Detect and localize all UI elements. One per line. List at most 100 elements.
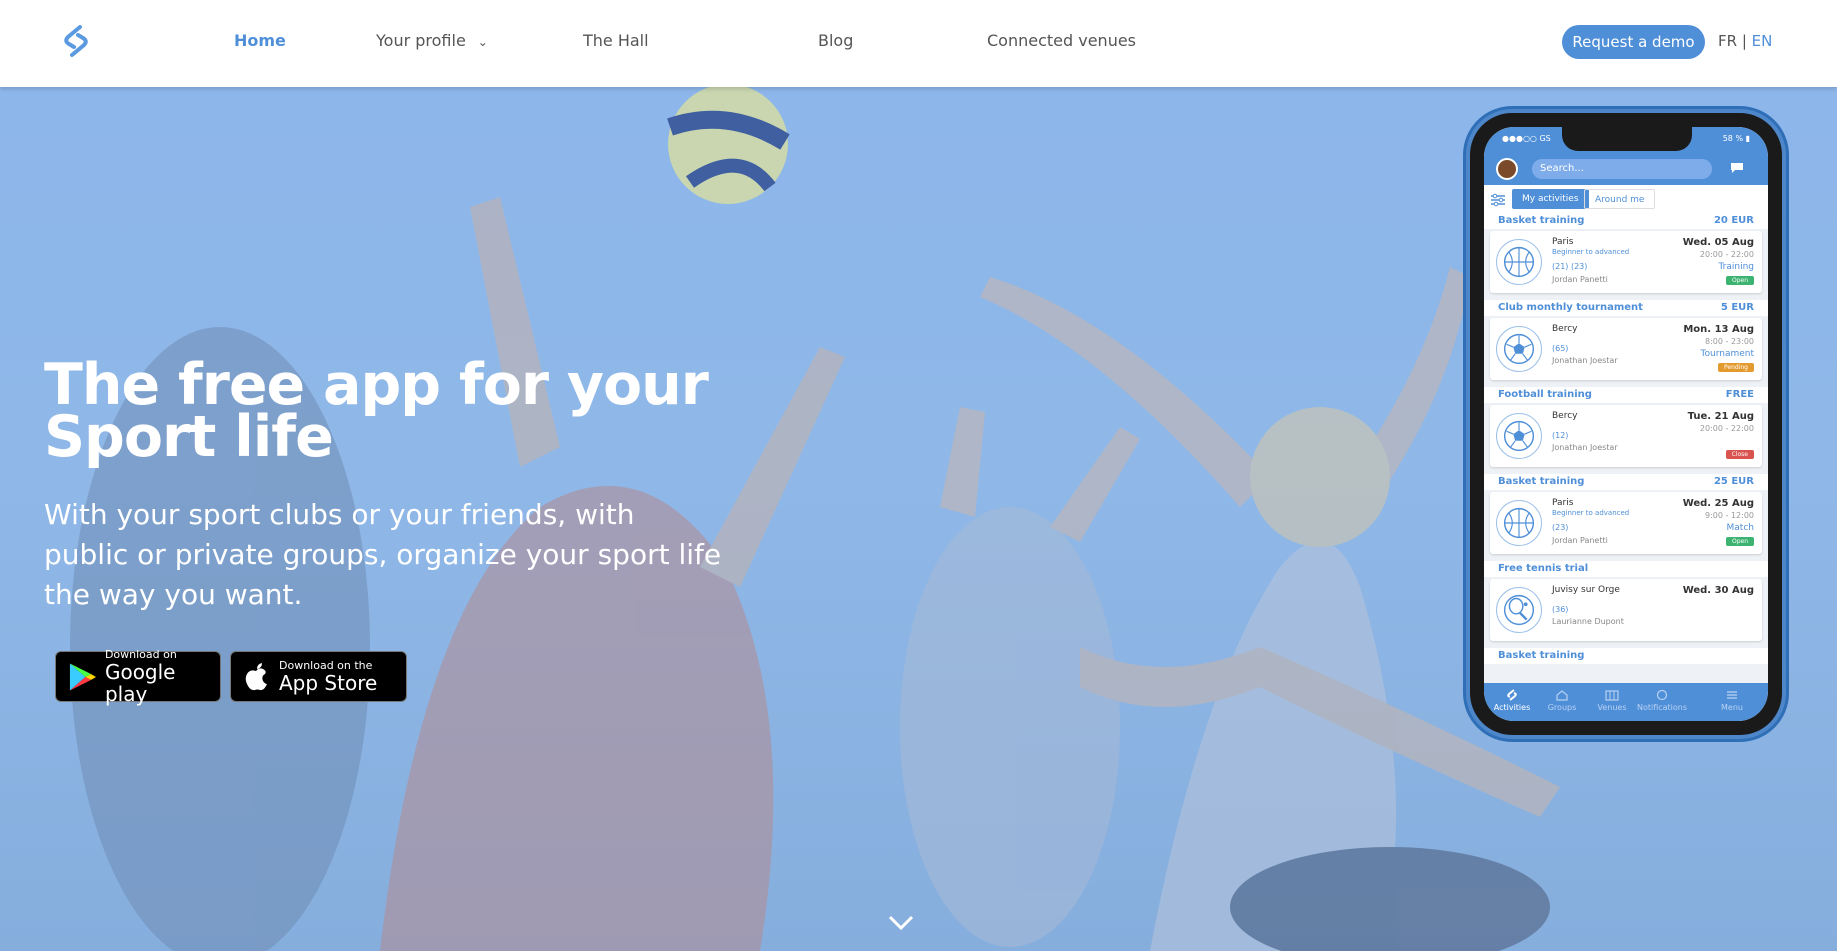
activity-counts: (36) — [1552, 605, 1569, 614]
google-play-button[interactable]: Download on Google play — [55, 647, 221, 706]
activity-header: Basket training 25 EUR — [1484, 474, 1768, 490]
activity-counts: (12) — [1552, 431, 1569, 440]
activity-organizer: Jonathan Joestar — [1552, 443, 1618, 452]
nav-home[interactable]: Home — [234, 31, 286, 50]
activity-title: Basket training — [1498, 215, 1585, 226]
activity-price: 20 EUR — [1713, 215, 1754, 226]
activity-time: 20:00 - 22:00 — [1699, 250, 1754, 259]
app-bottom-navigation: Activities Groups Venues Notifications M… — [1484, 683, 1768, 721]
app-store-big-label: App Store — [279, 670, 378, 695]
activity-header: Basket training — [1484, 648, 1768, 664]
phone-screen: ●●●○○ GS 58 % ▮ Search... My activities … — [1484, 127, 1768, 721]
activity-card[interactable]: Bercy (12) Jonathan Joestar Tue. 21 Aug … — [1490, 405, 1762, 467]
bottom-nav-notifications[interactable]: Notifications — [1634, 689, 1690, 712]
hero-title-line-2: Sport life — [44, 404, 334, 470]
activity-place: Paris — [1552, 237, 1574, 247]
activity-counts: (21) (23) — [1552, 262, 1588, 271]
activity-price: FREE — [1725, 389, 1754, 400]
activity-place: Bercy — [1552, 324, 1578, 334]
lang-separator: | — [1737, 32, 1752, 50]
nav-your-profile[interactable]: Your profile ⌄ — [376, 31, 488, 50]
apple-icon — [245, 662, 267, 690]
bottom-nav-label: Notifications — [1636, 703, 1688, 712]
activity-item[interactable]: Free tennis trial Juvisy sur Orge (36) L… — [1484, 561, 1768, 648]
app-store-button[interactable]: Download on the App Store — [230, 651, 407, 702]
status-left: ●●●○○ GS — [1502, 134, 1551, 143]
status-badge: Open — [1725, 276, 1754, 285]
google-play-icon — [69, 662, 96, 691]
filter-icon[interactable] — [1490, 193, 1506, 207]
basketball-icon — [1496, 239, 1542, 285]
google-play-big-label: Google play — [104, 659, 176, 706]
app-store-small-label: Download on the — [279, 658, 373, 672]
basketball-icon — [1496, 500, 1542, 546]
activity-place: Bercy — [1552, 411, 1578, 421]
bottom-nav-venues[interactable]: Venues — [1584, 689, 1640, 712]
lang-fr-link[interactable]: FR — [1718, 32, 1737, 50]
activity-item[interactable]: Basket training — [1484, 648, 1768, 683]
activity-counts: (65) — [1552, 344, 1569, 353]
activity-type: Tournament — [1700, 349, 1754, 359]
status-badge: Close — [1725, 450, 1754, 459]
status-badge: Pending — [1718, 363, 1754, 372]
activity-item[interactable]: Club monthly tournament 5 EUR Bercy (65)… — [1484, 300, 1768, 387]
notifications-icon — [1656, 689, 1668, 701]
phone-mockup: ●●●○○ GS 58 % ▮ Search... My activities … — [1466, 109, 1786, 739]
tab-around-me[interactable]: Around me — [1584, 189, 1656, 209]
status-badge: Open — [1725, 537, 1754, 546]
avatar[interactable] — [1496, 158, 1518, 180]
bottom-nav-activities[interactable]: Activities — [1484, 689, 1540, 712]
activity-item[interactable]: Basket training 20 EUR Paris Beginner to… — [1484, 213, 1768, 300]
activity-card[interactable]: Paris Beginner to advanced (21) (23) Jor… — [1490, 231, 1762, 293]
sportsnconnect-logo-icon[interactable] — [60, 24, 92, 58]
nav-connected-venues[interactable]: Connected venues — [987, 31, 1136, 50]
activity-type: Training — [1718, 262, 1754, 272]
activity-item[interactable]: Basket training 25 EUR Paris Beginner to… — [1484, 474, 1768, 561]
activity-card[interactable]: Paris Beginner to advanced (23) Jordan P… — [1490, 492, 1762, 554]
hero-subtitle: With your sport clubs or your friends, w… — [44, 498, 722, 611]
activity-place: Paris — [1552, 498, 1574, 508]
activity-header: Club monthly tournament 5 EUR — [1484, 300, 1768, 316]
request-demo-button[interactable]: Request a demo — [1562, 25, 1705, 59]
chat-icon[interactable] — [1730, 162, 1744, 174]
activity-counts: (23) — [1552, 523, 1569, 532]
chevron-down-icon: ⌄ — [477, 35, 488, 49]
volleyball-image — [667, 87, 790, 204]
app-header: Search... — [1484, 153, 1768, 185]
status-right: 58 % ▮ — [1722, 134, 1750, 143]
google-play-small-label: Download on — [104, 647, 177, 661]
activity-place: Juvisy sur Orge — [1552, 585, 1620, 595]
activity-level: Beginner to advanced — [1552, 509, 1630, 517]
tab-my-activities[interactable]: My activities — [1512, 189, 1589, 209]
activity-price: 25 EUR — [1713, 476, 1754, 487]
language-switcher: FR | EN — [1718, 32, 1772, 50]
bottom-nav-menu[interactable]: Menu — [1704, 689, 1760, 712]
activity-date: Tue. 21 Aug — [1687, 411, 1754, 422]
activity-organizer: Jordan Panetti — [1552, 275, 1608, 284]
activity-organizer: Jonathan Joestar — [1552, 356, 1618, 365]
activity-item[interactable]: Football training FREE Bercy (12) Jonath… — [1484, 387, 1768, 474]
app-search-input[interactable]: Search... — [1532, 159, 1712, 179]
activity-card[interactable]: Juvisy sur Orge (36) Laurianne Dupont We… — [1490, 579, 1762, 641]
activity-header: Basket training 20 EUR — [1484, 213, 1768, 229]
activity-header: Free tennis trial — [1484, 561, 1768, 577]
activity-title: Basket training — [1498, 476, 1585, 487]
activity-time: 8:00 - 23:00 — [1705, 337, 1754, 346]
scroll-down-chevron-icon[interactable] — [888, 915, 914, 931]
activity-header: Football training FREE — [1484, 387, 1768, 403]
menu-icon — [1727, 691, 1737, 699]
lang-en-link[interactable]: EN — [1752, 32, 1773, 50]
activity-card[interactable]: Bercy (65) Jonathan Joestar Mon. 13 Aug … — [1490, 318, 1762, 380]
activity-title: Basket training — [1498, 650, 1585, 661]
activity-organizer: Jordan Panetti — [1552, 536, 1608, 545]
football-icon — [1496, 326, 1542, 372]
nav-your-profile-label: Your profile — [376, 31, 466, 50]
activity-title: Football training — [1498, 389, 1592, 400]
nav-blog[interactable]: Blog — [818, 31, 853, 50]
bottom-nav-groups[interactable]: Groups — [1534, 689, 1590, 712]
activity-price: 5 EUR — [1720, 302, 1754, 313]
activity-date: Wed. 30 Aug — [1682, 585, 1754, 596]
phone-notch — [1562, 127, 1692, 151]
activity-title: Club monthly tournament — [1498, 302, 1643, 313]
nav-the-hall[interactable]: The Hall — [583, 31, 649, 50]
